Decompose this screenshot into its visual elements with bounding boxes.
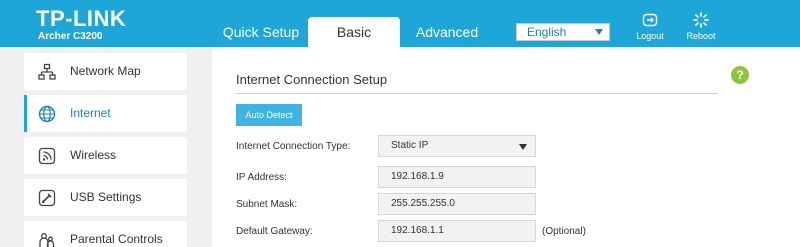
sidebar-item-label: Network Map — [70, 64, 141, 78]
usb-icon — [38, 189, 56, 207]
top-header: TP-LINK Archer C3200 Quick Setup Basic A… — [0, 0, 800, 47]
help-icon[interactable]: ? — [731, 66, 749, 84]
connection-type-select[interactable]: Static IP — [378, 135, 536, 157]
tab-basic[interactable]: Basic — [308, 17, 400, 47]
network-map-icon — [38, 63, 56, 80]
sidebar-item-usb-settings[interactable]: USB Settings — [24, 179, 187, 216]
tab-advanced[interactable]: Advanced — [402, 17, 492, 47]
connection-type-label: Internet Connection Type: — [236, 141, 351, 152]
parental-icon — [39, 233, 55, 247]
reboot-button[interactable]: Reboot — [681, 12, 721, 41]
brand-logo: TP-LINK — [36, 6, 127, 31]
sidebar-item-label: Wireless — [70, 148, 117, 162]
sidebar-item-network-map[interactable]: Network Map — [24, 53, 187, 90]
logout-icon — [642, 13, 658, 27]
ip-address-label: IP Address: — [236, 172, 287, 183]
reboot-icon — [693, 12, 709, 28]
tab-quick-setup[interactable]: Quick Setup — [215, 17, 307, 47]
chevron-down-icon — [595, 29, 603, 35]
subnet-mask-label: Subnet Mask: — [236, 199, 298, 210]
sidebar-item-label: Internet — [70, 106, 111, 120]
sidebar-item-internet[interactable]: Internet — [24, 95, 187, 132]
sidebar-item-parental-controls[interactable]: Parental Controls — [24, 221, 187, 247]
sidebar-item-wireless[interactable]: Wireless — [24, 137, 187, 174]
wireless-icon — [38, 147, 56, 165]
logout-label: Logout — [636, 31, 664, 41]
sidebar: Network Map Internet Wireless USB Settin… — [0, 47, 212, 247]
auto-detect-button[interactable]: Auto Detect — [236, 104, 302, 126]
model-name: Archer C3200 — [38, 31, 103, 42]
connection-type-value: Static IP — [391, 140, 429, 151]
sidebar-item-label: Parental Controls — [70, 232, 163, 246]
globe-icon — [38, 105, 56, 123]
logout-button[interactable]: Logout — [630, 12, 670, 41]
sidebar-item-label: USB Settings — [70, 190, 142, 204]
page-title: Internet Connection Setup — [236, 72, 388, 87]
reboot-label: Reboot — [686, 31, 716, 41]
language-select[interactable]: English — [516, 23, 610, 41]
default-gateway-field[interactable]: 192.168.1.1 — [378, 220, 536, 242]
language-selected-value: English — [527, 25, 567, 39]
ip-address-field[interactable]: 192.168.1.9 — [378, 166, 536, 188]
optional-note: (Optional) — [542, 226, 586, 237]
chevron-down-icon — [519, 144, 527, 150]
title-divider — [236, 93, 718, 94]
subnet-mask-field[interactable]: 255.255.255.0 — [378, 193, 536, 215]
default-gateway-label: Default Gateway: — [236, 226, 313, 237]
